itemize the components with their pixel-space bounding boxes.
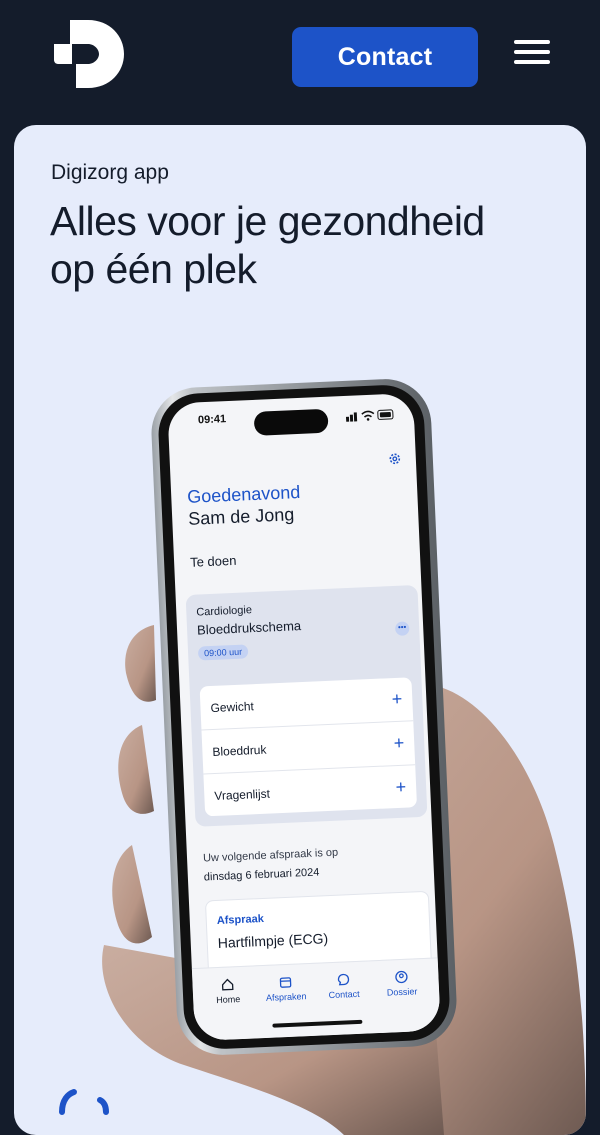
plus-icon[interactable]: + [393,734,404,752]
task-list: Gewicht + Bloeddruk + Vragenlijst + [200,677,417,816]
digizorg-logo-icon[interactable] [52,18,128,90]
task-item-label: Bloeddruk [212,742,267,758]
hero-card: Digizorg app Alles voor je gezondheid op… [14,125,586,1135]
tab-dossier[interactable]: Dossier [376,969,427,998]
tab-label: Afspraken [266,991,307,1003]
top-navigation: Contact [0,0,600,120]
home-icon [220,977,235,992]
tab-bar: Home Afspraken Contact Dossier [192,957,441,1041]
user-name: Sam de Jong [188,504,295,530]
hamburger-menu-icon[interactable] [514,40,550,74]
task-category: Cardiologie [196,604,252,618]
tab-afspraken[interactable]: Afspraken [260,974,311,1003]
tab-home[interactable]: Home [202,977,253,1006]
task-card[interactable]: Cardiologie Bloeddrukschema 09:00 uur ••… [186,585,428,827]
tab-label: Dossier [387,986,418,997]
status-time: 09:41 [198,413,227,426]
calendar-icon [278,975,293,990]
dynamic-island [254,409,329,436]
decorative-arc-icon [54,1080,114,1135]
task-time-badge: 09:00 uur [198,644,249,660]
task-item-vragenlijst[interactable]: Vragenlijst + [203,765,417,817]
phone-screen: 09:41 Goedenavond Sam de Jong Te doen C [167,393,441,1041]
tab-label: Home [216,994,240,1005]
appointment-label: Afspraak [217,913,265,927]
task-item-label: Vragenlijst [214,786,270,802]
plus-icon[interactable]: + [391,690,402,708]
next-appointment-text: Uw volgende afspraak is op [203,847,339,865]
more-options-icon[interactable]: ••• [395,621,410,636]
user-icon [394,970,409,985]
next-appointment-date: dinsdag 6 februari 2024 [204,866,320,883]
todo-heading: Te doen [190,553,237,570]
appointment-title: Hartfilmpje (ECG) [217,930,328,951]
task-item-label: Gewicht [210,699,254,715]
plus-icon[interactable]: + [395,778,406,796]
chat-icon [336,972,351,987]
status-icons [346,408,396,422]
task-title: Bloeddrukschema [197,618,302,638]
contact-button[interactable]: Contact [292,27,478,87]
tab-contact[interactable]: Contact [318,971,369,1000]
phone-mockup: 09:41 Goedenavond Sam de Jong Te doen C [150,377,459,1057]
gear-icon[interactable] [388,451,403,466]
tab-label: Contact [328,989,359,1000]
home-indicator [272,1020,362,1028]
